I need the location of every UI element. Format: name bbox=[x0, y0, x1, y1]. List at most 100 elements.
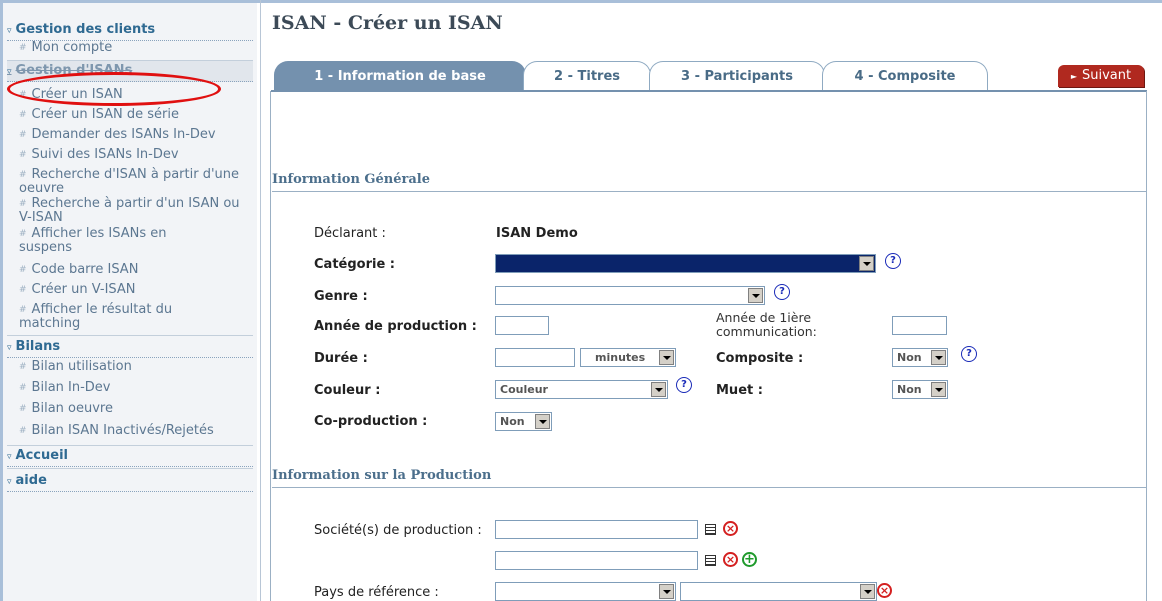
annee-communication-label: Année de 1ière communication: bbox=[716, 310, 817, 339]
sidebar-item-recherche-isan[interactable]: # Recherche à partir d'un ISAN ou V-ISAN bbox=[19, 197, 255, 225]
bullet-icon: # bbox=[19, 265, 27, 275]
section-information-generale: Information Générale bbox=[272, 169, 1146, 192]
sidebar-divider-line bbox=[260, 0, 261, 601]
categorie-select[interactable] bbox=[495, 254, 876, 273]
bullet-icon: # bbox=[19, 404, 27, 414]
declarant-label: Déclarant : bbox=[314, 226, 386, 241]
chevron-down-icon[interactable] bbox=[659, 350, 674, 365]
sidebar-item-code-barre[interactable]: # Code barre ISAN bbox=[19, 263, 255, 277]
highlight-annotation bbox=[7, 72, 221, 106]
pays-reference-select-1[interactable] bbox=[495, 582, 676, 601]
genre-label: Genre : bbox=[314, 289, 368, 304]
bullet-icon: # bbox=[19, 150, 27, 160]
page-title: ISAN - Créer un ISAN bbox=[272, 12, 503, 34]
sidebar-section-bilans[interactable]: ▿ Bilans bbox=[7, 337, 253, 358]
muet-select[interactable]: Non bbox=[892, 380, 948, 399]
list-icon[interactable] bbox=[705, 524, 716, 535]
chevron-down-icon[interactable] bbox=[859, 256, 874, 271]
sidebar-section-clients[interactable]: ▿ Gestion des clients bbox=[7, 20, 253, 41]
pays-reference-label: Pays de référence : bbox=[314, 585, 439, 600]
sidebar-item-creer-v-isan[interactable]: # Créer un V-ISAN bbox=[19, 283, 255, 297]
collapse-arrow-icon: ▿ bbox=[7, 26, 12, 36]
composite-label: Composite : bbox=[716, 351, 804, 366]
chevron-down-icon[interactable] bbox=[860, 584, 875, 599]
collapse-arrow-icon: ▿ bbox=[7, 452, 12, 462]
bullet-icon: # bbox=[19, 199, 27, 209]
bullet-icon: # bbox=[19, 285, 27, 295]
list-icon[interactable] bbox=[705, 555, 716, 566]
form-border bbox=[270, 91, 271, 601]
chevron-down-icon[interactable] bbox=[931, 382, 946, 397]
sidebar-item-bilan-in-dev[interactable]: # Bilan In-Dev bbox=[19, 381, 255, 395]
tab-information-de-base[interactable]: 1 - Information de base bbox=[274, 61, 526, 91]
bullet-icon: # bbox=[19, 170, 27, 180]
sidebar-section-accueil[interactable]: ▿ Accueil bbox=[7, 446, 253, 467]
bullet-icon: # bbox=[19, 110, 27, 120]
help-icon[interactable]: ? bbox=[885, 253, 901, 269]
bullet-icon: # bbox=[19, 383, 27, 393]
annee-communication-input[interactable] bbox=[892, 316, 947, 335]
bullet-icon: # bbox=[19, 229, 27, 239]
tab-composite[interactable]: 4 - Composite bbox=[822, 61, 988, 91]
bullet-icon: # bbox=[19, 362, 27, 372]
chevron-down-icon[interactable] bbox=[651, 382, 666, 397]
pays-reference-select-2[interactable] bbox=[680, 582, 877, 601]
tab-participants[interactable]: 3 - Participants bbox=[649, 61, 825, 91]
sidebar-item-isans-suspens[interactable]: # Afficher les ISANs en suspens bbox=[19, 227, 219, 255]
next-button[interactable]: ► Suivant bbox=[1058, 65, 1144, 87]
duree-input[interactable] bbox=[495, 348, 575, 367]
sidebar-divider bbox=[7, 468, 253, 469]
sidebar-section-aide[interactable]: ▿ aide bbox=[7, 471, 253, 492]
help-icon[interactable]: ? bbox=[774, 284, 790, 300]
bullet-icon: # bbox=[19, 305, 27, 315]
tab-titres[interactable]: 2 - Titres bbox=[523, 61, 651, 91]
coproduction-label: Co-production : bbox=[314, 414, 428, 429]
chevron-down-icon[interactable] bbox=[931, 350, 946, 365]
bullet-icon: # bbox=[19, 43, 27, 53]
sidebar-item-resultat-matching[interactable]: # Afficher le résultat du matching bbox=[19, 303, 219, 331]
declarant-value: ISAN Demo bbox=[496, 226, 578, 241]
collapse-arrow-icon: ▿ bbox=[7, 477, 12, 487]
play-arrow-icon: ► bbox=[1070, 72, 1078, 81]
genre-select[interactable] bbox=[495, 286, 765, 305]
add-icon[interactable]: + bbox=[742, 552, 757, 567]
coproduction-select[interactable]: Non bbox=[495, 412, 552, 431]
help-icon[interactable]: ? bbox=[676, 377, 692, 393]
collapse-arrow-icon: ▿ bbox=[7, 67, 12, 77]
annee-production-label: Année de production : bbox=[314, 319, 477, 334]
section-information-production: Information sur la Production bbox=[272, 465, 1146, 488]
delete-icon[interactable]: × bbox=[723, 521, 738, 536]
chevron-down-icon[interactable] bbox=[748, 288, 763, 303]
collapse-arrow-icon: ▿ bbox=[7, 343, 12, 353]
sidebar-item-demander-in-dev[interactable]: # Demander des ISANs In-Dev bbox=[19, 128, 255, 142]
help-icon[interactable]: ? bbox=[961, 346, 977, 362]
couleur-select[interactable]: Couleur bbox=[495, 380, 668, 399]
chevron-down-icon[interactable] bbox=[535, 414, 550, 429]
sidebar-item-recherche-oeuvre[interactable]: # Recherche d'ISAN à partir d'une oeuvre bbox=[19, 168, 239, 196]
sidebar-item-creer-isan-serie[interactable]: # Créer un ISAN de série bbox=[19, 108, 255, 122]
societe-production-input-1[interactable] bbox=[495, 520, 698, 539]
composite-select[interactable]: Non bbox=[892, 348, 948, 367]
societe-production-label: Société(s) de production : bbox=[314, 523, 482, 538]
delete-icon[interactable]: × bbox=[723, 552, 738, 567]
couleur-label: Couleur : bbox=[314, 383, 381, 398]
sidebar-item-bilan-utilisation[interactable]: # Bilan utilisation bbox=[19, 360, 255, 374]
annee-production-input[interactable] bbox=[495, 316, 549, 335]
sidebar-item-bilan-inactives[interactable]: # Bilan ISAN Inactivés/Rejetés bbox=[19, 424, 255, 438]
sidebar-item-mon-compte[interactable]: # Mon compte bbox=[19, 41, 255, 55]
chevron-down-icon[interactable] bbox=[659, 584, 674, 599]
categorie-label: Catégorie : bbox=[314, 257, 395, 272]
sidebar-divider bbox=[7, 335, 253, 336]
bullet-icon: # bbox=[19, 130, 27, 140]
tab-underline bbox=[271, 90, 1147, 92]
duree-label: Durée : bbox=[314, 351, 368, 366]
form-border bbox=[1146, 91, 1147, 601]
muet-label: Muet : bbox=[716, 383, 763, 398]
sidebar-item-suivi-in-dev[interactable]: # Suivi des ISANs In-Dev bbox=[19, 148, 255, 162]
delete-icon[interactable]: × bbox=[877, 583, 892, 598]
sidebar: ▿ Gestion des clients # Mon compte ▿ Gestio… bbox=[3, 3, 257, 601]
duree-unit-select[interactable]: minutes bbox=[580, 348, 676, 367]
sidebar-item-bilan-oeuvre[interactable]: # Bilan oeuvre bbox=[19, 402, 255, 416]
bullet-icon: # bbox=[19, 426, 27, 436]
societe-production-input-2[interactable] bbox=[495, 551, 698, 570]
